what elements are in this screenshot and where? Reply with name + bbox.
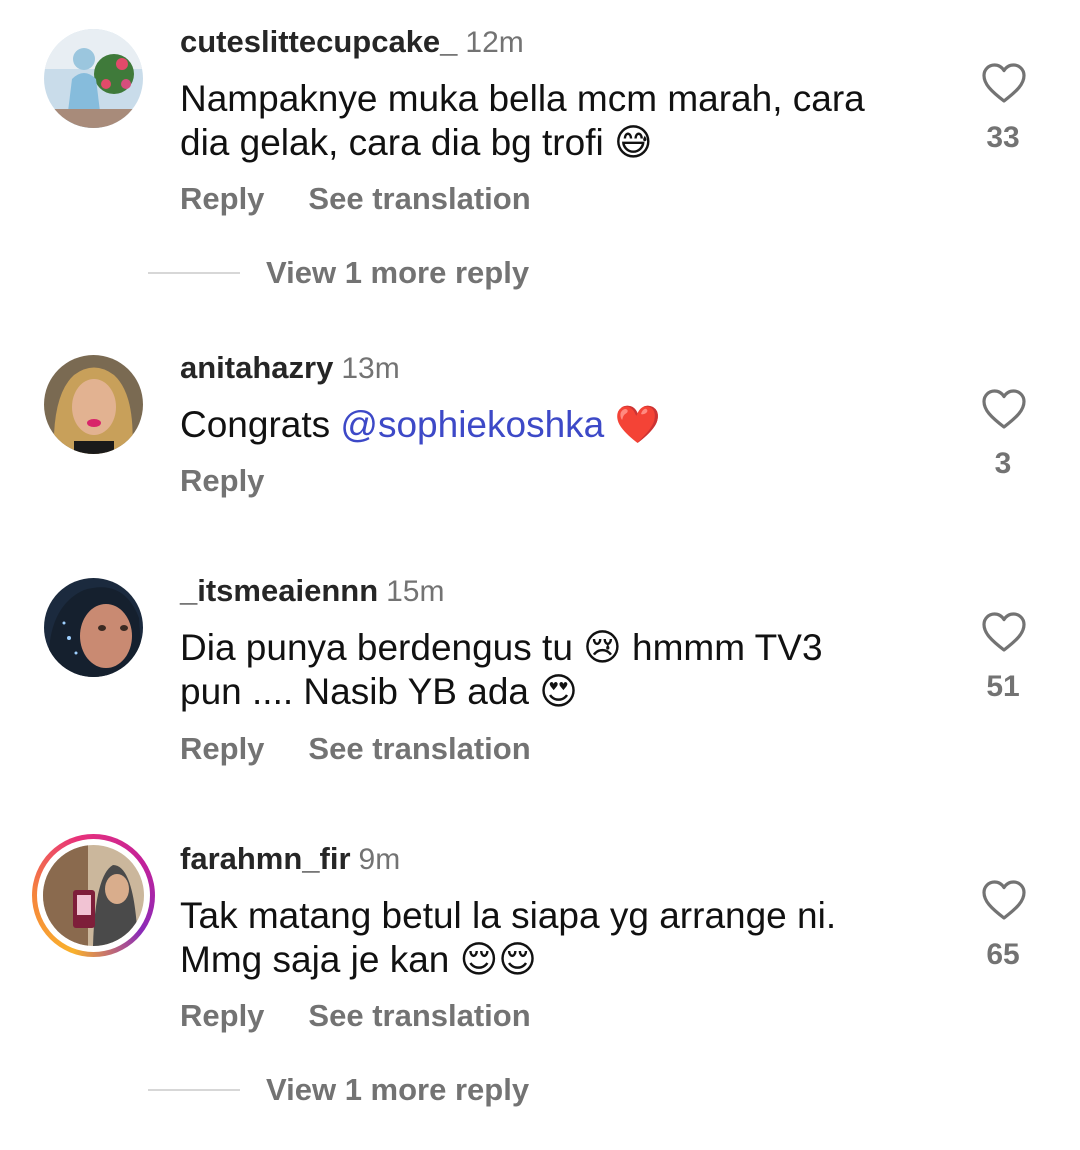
comment-header: anitahazry 13m	[180, 350, 400, 387]
avatar[interactable]	[44, 578, 143, 677]
comment-text-segment: hmmm TV3	[621, 627, 823, 668]
reply-button[interactable]: Reply	[180, 998, 264, 1034]
divider	[148, 1089, 240, 1091]
timestamp: 15m	[386, 575, 445, 608]
emoji: ❤️	[614, 403, 661, 446]
like-button[interactable]	[978, 611, 1030, 653]
timestamp: 12m	[465, 26, 524, 59]
see-translation-button[interactable]: See translation	[308, 181, 530, 217]
comment-text-line: Tak matang betul la siapa yg arrange ni.	[180, 895, 837, 936]
comment-actions: Reply See translation	[180, 998, 531, 1034]
avatar	[43, 845, 144, 946]
comment-text: Dia punya berdengus tu 😢 hmmm TV3 pun ..…	[180, 626, 940, 714]
comment-actions: Reply	[180, 463, 264, 499]
emoji: 😍	[539, 670, 578, 713]
comment-text-segment: pun .... Nasib YB ada	[180, 671, 540, 712]
story-ring[interactable]	[32, 834, 155, 957]
username[interactable]: anitahazry	[180, 350, 333, 385]
reply-button[interactable]: Reply	[180, 731, 264, 767]
see-translation-button[interactable]: See translation	[308, 731, 530, 767]
reply-button[interactable]: Reply	[180, 181, 264, 217]
comment-text: Nampaknye muka bella mcm marah, cara dia…	[180, 77, 940, 165]
comment-text: Tak matang betul la siapa yg arrange ni.…	[180, 894, 940, 982]
comment-text-segment: Mmg saja je kan	[180, 939, 460, 980]
comment-text-segment: dia gelak, cara dia bg trofi	[180, 122, 604, 163]
like-count: 65	[986, 938, 1020, 971]
username[interactable]: farahmn_fir	[180, 841, 351, 876]
emoji: 😌😌	[459, 938, 537, 981]
avatar[interactable]	[44, 29, 143, 128]
like-button[interactable]	[978, 879, 1030, 921]
comment-actions: Reply See translation	[180, 181, 531, 217]
like-button[interactable]	[978, 388, 1030, 430]
comment-header: cuteslittecupcake_ 12m	[180, 24, 524, 61]
comment-header: farahmn_fir 9m	[180, 841, 400, 878]
timestamp: 13m	[341, 352, 400, 385]
emoji: 😅	[613, 121, 653, 164]
emoji: 😢	[583, 626, 622, 669]
view-replies-button[interactable]: View 1 more reply	[148, 255, 529, 291]
divider	[148, 272, 240, 274]
heart-icon	[982, 389, 1026, 429]
comment-text-line: Mmg saja je kan 😌😌	[180, 938, 940, 982]
comment-text-segment: Dia punya berdengus tu	[180, 627, 584, 668]
username[interactable]: _itsmeaiennn	[180, 573, 378, 608]
avatar[interactable]	[44, 355, 143, 454]
comment-header: _itsmeaiennn 15m	[180, 573, 444, 610]
timestamp: 9m	[358, 843, 401, 876]
comment-text-line: Nampaknye muka bella mcm marah, cara	[180, 78, 865, 119]
mention-link[interactable]: @sophiekoshka	[340, 404, 604, 445]
username[interactable]: cuteslittecupcake_	[180, 24, 457, 59]
like-count: 3	[994, 447, 1012, 480]
like-button[interactable]	[978, 62, 1030, 104]
view-replies-button[interactable]: View 1 more reply	[148, 1072, 529, 1108]
like-count: 51	[986, 670, 1020, 703]
comment-text: Congrats @sophiekoshka ❤️	[180, 403, 940, 447]
comment-text-line: pun .... Nasib YB ada 😍	[180, 670, 940, 714]
comment-actions: Reply See translation	[180, 731, 531, 767]
see-translation-button[interactable]: See translation	[308, 998, 530, 1034]
comment-text-line: dia gelak, cara dia bg trofi 😅	[180, 121, 940, 165]
like-count: 33	[986, 121, 1020, 154]
comment-text-segment: Congrats	[180, 404, 341, 445]
heart-icon	[982, 880, 1026, 920]
view-replies-label: View 1 more reply	[266, 255, 530, 290]
heart-icon	[982, 612, 1026, 652]
view-replies-label: View 1 more reply	[266, 1072, 530, 1107]
heart-icon	[982, 63, 1026, 103]
comment-text-line: Dia punya berdengus tu 😢 hmmm TV3	[180, 626, 940, 670]
reply-button[interactable]: Reply	[180, 463, 264, 499]
